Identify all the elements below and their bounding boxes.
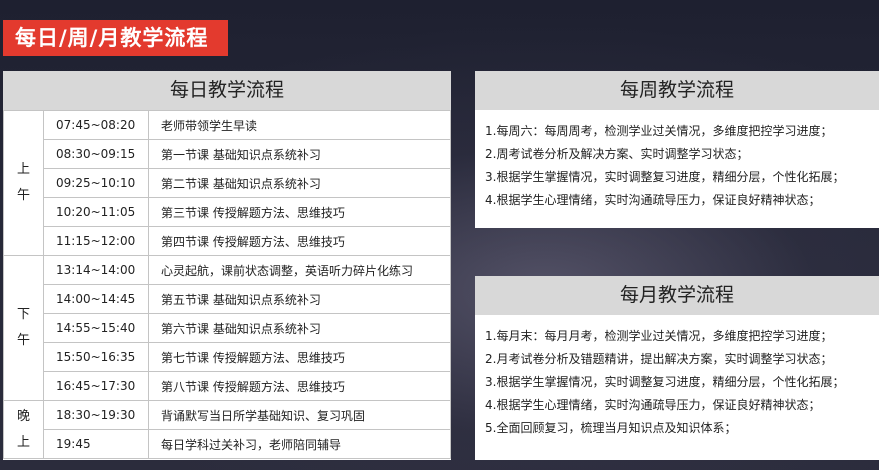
period-label: 晚上 xyxy=(3,400,44,459)
period-label-char: 午 xyxy=(16,188,30,203)
monthly-item: 4.根据学生心理情绪，实时沟通疏导压力，保证良好精神状态； xyxy=(485,398,821,412)
schedule-row: 15:50~16:35 第七节课 传授解题方法、思维技巧 xyxy=(4,342,451,372)
monthly-item: 5.全面回顾复习，梳理当月知识点及知识体系； xyxy=(485,421,737,435)
monthly-item: 1.每月末：每月月考，检测学业过关情况，多维度把控学习进度； xyxy=(485,329,833,343)
schedule-activity: 第四节课 传授解题方法、思维技巧 xyxy=(148,226,451,256)
schedule-activity: 背诵默写当日所学基础知识、复习巩固 xyxy=(148,400,451,430)
schedule-activity: 第五节课 基础知识点系统补习 xyxy=(148,284,451,314)
period-label-char: 下 xyxy=(16,307,30,322)
schedule-time: 19:45 xyxy=(43,429,149,459)
schedule-row: 08:30~09:15 第一节课 基础知识点系统补习 xyxy=(4,139,451,169)
schedule-time: 15:50~16:35 xyxy=(43,342,149,372)
schedule-activity: 第三节课 传授解题方法、思维技巧 xyxy=(148,197,451,227)
schedule-activity: 老师带领学生早读 xyxy=(148,110,451,140)
schedule-time: 14:00~14:45 xyxy=(43,284,149,314)
monthly-process-panel: 每月教学流程 1.每月末：每月月考，检测学业过关情况，多维度把控学习进度； 2.… xyxy=(475,276,879,460)
schedule-activity: 第一节课 基础知识点系统补习 xyxy=(148,139,451,169)
schedule-row: 16:45~17:30 第八节课 传授解题方法、思维技巧 xyxy=(4,371,451,401)
schedule-time: 07:45~08:20 xyxy=(43,110,149,140)
schedule-activity: 每日学科过关补习，老师陪同辅导 xyxy=(148,429,451,459)
schedule-time: 08:30~09:15 xyxy=(43,139,149,169)
schedule-activity: 第八节课 传授解题方法、思维技巧 xyxy=(148,371,451,401)
period-label-char: 上 xyxy=(16,162,30,177)
period-label: 下午 xyxy=(3,255,44,401)
schedule-row: 晚上 18:30~19:30 背诵默写当日所学基础知识、复习巩固 xyxy=(3,400,451,459)
weekly-process-panel: 每周教学流程 1.每周六：每周周考，检测学业过关情况，多维度把控学习进度； 2.… xyxy=(475,71,879,228)
schedule-time: 13:14~14:00 xyxy=(43,255,149,285)
monthly-process-list: 1.每月末：每月月考，检测学业过关情况，多维度把控学习进度； 2.月考试卷分析及… xyxy=(475,315,879,440)
weekly-process-title: 每周教学流程 xyxy=(475,71,879,110)
period-label-char: 午 xyxy=(16,333,30,348)
schedule-activity: 第七节课 传授解题方法、思维技巧 xyxy=(148,342,451,372)
weekly-item: 3.根据学生掌握情况，实时调整复习进度，精细分层，个性化拓展； xyxy=(485,170,845,184)
period-label-char: 上 xyxy=(16,434,30,450)
schedule-time: 09:25~10:10 xyxy=(43,168,149,198)
page-title-banner: 每日/周/月教学流程 xyxy=(3,20,228,56)
schedule-row: 上午 07:45~08:20 老师带领学生早读 xyxy=(3,110,451,256)
schedule-activity: 第二节课 基础知识点系统补习 xyxy=(148,168,451,198)
monthly-process-title: 每月教学流程 xyxy=(475,276,879,315)
daily-schedule-table: 上午 07:45~08:20 老师带领学生早读 08:30~09:15 第一节课 基础知… xyxy=(3,110,451,459)
schedule-activity: 第六节课 基础知识点系统补习 xyxy=(148,313,451,343)
daily-schedule-title: 每日教学流程 xyxy=(3,71,451,110)
schedule-activity: 心灵起航，课前状态调整，英语听力碎片化练习 xyxy=(148,255,451,285)
schedule-row: 14:55~15:40 第六节课 基础知识点系统补习 xyxy=(4,313,451,343)
daily-schedule-panel: 每日教学流程 上午 07:45~08:20 老师带领学生早读 08:30~09:15 第… xyxy=(3,71,451,460)
weekly-item: 4.根据学生心理情绪，实时沟通疏导压力，保证良好精神状态； xyxy=(485,193,821,207)
period-label-char: 晚 xyxy=(16,408,30,424)
schedule-row: 10:20~11:05 第三节课 传授解题方法、思维技巧 xyxy=(4,197,451,227)
period-label: 上午 xyxy=(3,110,44,256)
schedule-row: 14:00~14:45 第五节课 基础知识点系统补习 xyxy=(4,284,451,314)
schedule-row: 11:15~12:00 第四节课 传授解题方法、思维技巧 xyxy=(4,226,451,256)
monthly-item: 2.月考试卷分析及错题精讲，提出解决方案，实时调整学习状态； xyxy=(485,352,833,366)
schedule-time: 18:30~19:30 xyxy=(43,400,149,430)
schedule-time: 10:20~11:05 xyxy=(43,197,149,227)
monthly-item: 3.根据学生掌握情况，实时调整复习进度，精细分层，个性化拓展； xyxy=(485,375,845,389)
weekly-item: 1.每周六：每周周考，检测学业过关情况，多维度把控学习进度； xyxy=(485,124,833,138)
schedule-row: 19:45 每日学科过关补习，老师陪同辅导 xyxy=(4,429,451,459)
schedule-time: 11:15~12:00 xyxy=(43,226,149,256)
weekly-process-list: 1.每周六：每周周考，检测学业过关情况，多维度把控学习进度； 2.周考试卷分析及… xyxy=(475,110,879,212)
schedule-time: 14:55~15:40 xyxy=(43,313,149,343)
schedule-row: 09:25~10:10 第二节课 基础知识点系统补习 xyxy=(4,168,451,198)
schedule-row: 下午 13:14~14:00 心灵起航，课前状态调整，英语听力碎片化练习 xyxy=(3,255,451,401)
schedule-time: 16:45~17:30 xyxy=(43,371,149,401)
weekly-item: 2.周考试卷分析及解决方案、实时调整学习状态； xyxy=(485,147,749,161)
